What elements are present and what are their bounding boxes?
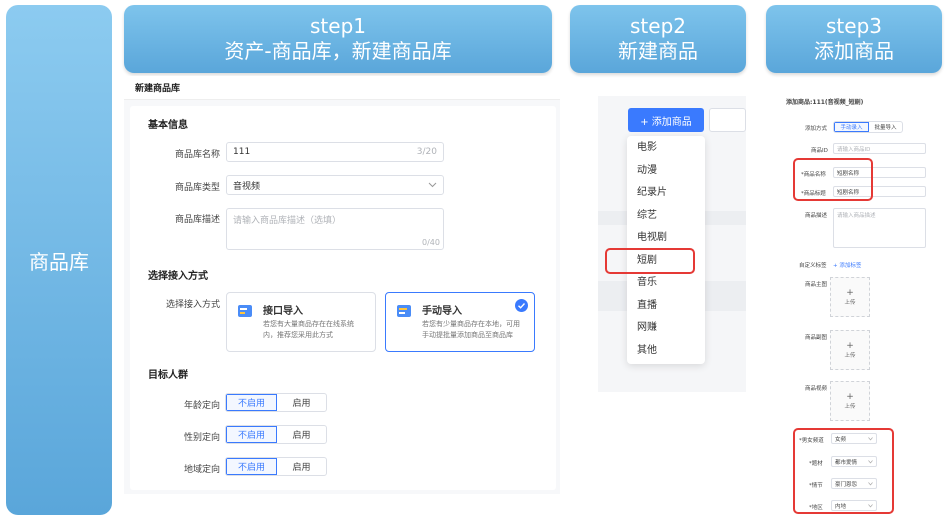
library-name-input[interactable]: 111 3/20 [226, 142, 444, 162]
step2-header-line2: 新建商品 [618, 39, 698, 63]
custom-tag-label: 自定义标签 [799, 263, 827, 269]
audience-title: 目标人群 [148, 370, 188, 381]
name-label: 商品库名称 [174, 150, 220, 160]
region-target-off[interactable]: 不启用 [226, 458, 277, 475]
library-desc-textarea[interactable]: 请输入商品库描述（选填） [226, 208, 444, 250]
main-image-upload[interactable]: + 上传 [830, 277, 870, 317]
menu-item-documentary[interactable]: 纪录片 [627, 182, 705, 205]
region-target-toggle[interactable]: 不启用 启用 [225, 457, 327, 476]
video-label: 商品视频 [805, 386, 828, 392]
name-title-highlight [793, 158, 873, 201]
region-target-on[interactable]: 启用 [277, 458, 326, 475]
age-target-label: 年龄定向 [183, 401, 220, 411]
basic-info-title: 基本信息 [148, 120, 188, 131]
step2-screenshot: + 添加商品 电影 动漫 纪录片 综艺 电视剧 短剧 音乐 直播 网赚 其他 [598, 96, 746, 392]
step1-topbar [124, 76, 560, 100]
library-name-value: 111 [233, 147, 251, 157]
step1-screenshot: 新建商品库 基本信息 商品库名称 111 3/20 商品库类型 音视频 商品库描… [124, 76, 560, 494]
product-id-input[interactable]: 请输入商品ID [833, 143, 926, 154]
secondary-button[interactable] [709, 108, 746, 132]
menu-item-other[interactable]: 其他 [627, 340, 705, 363]
api-import-icon [238, 305, 252, 317]
step1-header-line1: step1 [310, 14, 366, 38]
step3-header: step3 添加商品 [766, 5, 942, 73]
product-desc-label: 商品描述 [805, 213, 828, 219]
manual-import-icon [397, 305, 411, 317]
add-product-title: 添加商品:111(音视频_短剧) [786, 99, 864, 106]
plus-icon: + [846, 341, 854, 351]
short-drama-highlight [605, 248, 695, 274]
upload-text: 上传 [844, 300, 856, 306]
menu-item-anime[interactable]: 动漫 [627, 160, 705, 183]
gender-target-off[interactable]: 不启用 [226, 426, 277, 443]
method-batch[interactable]: 批量导入 [869, 122, 902, 132]
desc-label: 商品库描述 [174, 215, 220, 225]
age-target-on[interactable]: 启用 [277, 394, 326, 411]
product-id-label: 商品ID [811, 148, 828, 154]
checked-icon [515, 299, 528, 312]
gender-target-on[interactable]: 启用 [277, 426, 326, 443]
menu-item-music[interactable]: 音乐 [627, 272, 705, 295]
access-label: 选择接入方式 [165, 300, 220, 310]
menu-item-variety[interactable]: 综艺 [627, 205, 705, 228]
product-id-placeholder: 请输入商品ID [837, 146, 871, 153]
menu-item-live[interactable]: 直播 [627, 295, 705, 318]
method-manual[interactable]: 手动录入 [834, 122, 869, 132]
attributes-highlight [793, 428, 894, 514]
gender-target-label: 性别定向 [183, 433, 220, 443]
add-tag-link[interactable]: + 添加标签 [833, 261, 861, 269]
manual-import-title: 手动导入 [422, 306, 462, 317]
step1-header-line2: 资产-商品库，新建商品库 [224, 39, 452, 63]
api-import-desc2: 内，推荐您采用此方式 [263, 331, 333, 339]
upload-text: 上传 [844, 353, 856, 359]
gender-target-toggle[interactable]: 不启用 启用 [225, 425, 327, 444]
product-desc-textarea[interactable]: 请输入商品描述 [833, 208, 926, 248]
add-method-toggle[interactable]: 手动录入 批量导入 [833, 121, 903, 133]
plus-icon: + [846, 288, 854, 298]
main-image-label: 商品主图 [805, 282, 828, 288]
video-upload[interactable]: + 上传 [830, 381, 870, 421]
api-import-option[interactable]: 接口导入 若您有大量商品存在在线系统 内，推荐您采用此方式 [226, 292, 376, 352]
page-title: 新建商品库 [135, 84, 181, 94]
menu-item-tv-series[interactable]: 电视剧 [627, 227, 705, 250]
library-desc-count: 0/40 [422, 238, 440, 247]
region-target-label: 地域定向 [183, 465, 220, 475]
step2-header: step2 新建商品 [570, 5, 746, 73]
library-name-count: 3/20 [416, 147, 437, 157]
library-type-select[interactable]: 音视频 [226, 175, 444, 195]
age-target-toggle[interactable]: 不启用 启用 [225, 393, 327, 412]
menu-item-earn[interactable]: 网赚 [627, 317, 705, 340]
library-type-value: 音视频 [233, 181, 261, 192]
menu-item-movie[interactable]: 电影 [627, 137, 705, 160]
access-title: 选择接入方式 [148, 271, 208, 282]
manual-import-option[interactable]: 手动导入 若您有少量商品存在本地，可用 手动提批量添加商品至商品库 [385, 292, 535, 352]
api-import-title: 接口导入 [263, 306, 303, 317]
upload-text: 上传 [844, 404, 856, 410]
age-target-off[interactable]: 不启用 [226, 394, 277, 411]
sub-image-upload[interactable]: + 上传 [830, 330, 870, 370]
step2-header-line1: step2 [630, 14, 686, 38]
step3-header-line1: step3 [826, 14, 882, 38]
manual-import-desc1: 若您有少量商品存在本地，可用 [422, 320, 520, 328]
step3-header-line2: 添加商品 [814, 39, 894, 63]
manual-import-desc2: 手动提批量添加商品至商品库 [422, 331, 513, 339]
type-label: 商品库类型 [174, 183, 220, 193]
sub-image-label: 商品副图 [805, 335, 828, 341]
side-label: 商品库 [29, 249, 89, 274]
add-product-button[interactable]: + 添加商品 [628, 108, 704, 132]
chevron-down-icon [428, 182, 437, 188]
api-import-desc1: 若您有大量商品存在在线系统 [263, 320, 354, 328]
product-library-panel: 商品库 [6, 5, 112, 515]
method-label: 添加方式 [805, 126, 828, 132]
library-desc-placeholder: 请输入商品库描述（选填） [233, 216, 342, 226]
plus-icon: + [846, 392, 854, 402]
product-desc-placeholder: 请输入商品描述 [837, 213, 876, 219]
step1-header: step1 资产-商品库，新建商品库 [124, 5, 552, 73]
